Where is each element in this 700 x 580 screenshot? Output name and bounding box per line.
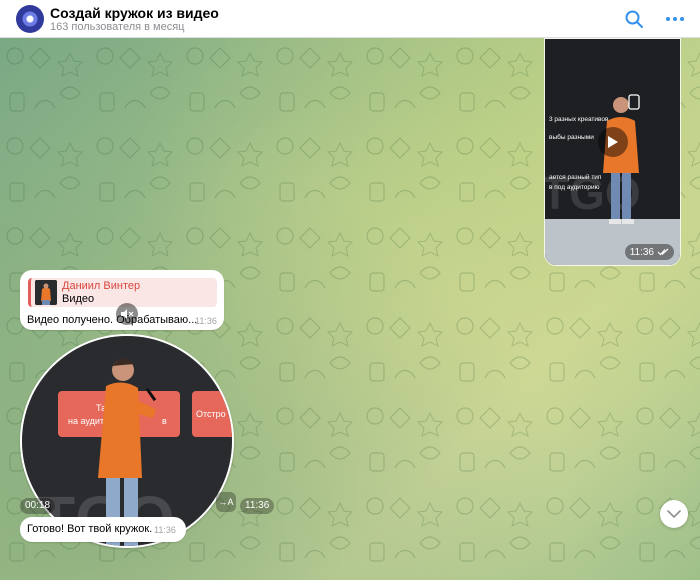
slide-text-2: на аудит [68,416,104,426]
chat-subtitle: 163 пользователя в месяц [50,21,185,33]
search-button[interactable] [622,7,646,31]
slide-line-2: выбы разными [549,133,594,141]
slide-line-4: в под аудиторию [549,184,600,191]
mute-button[interactable] [116,303,138,325]
video-message-meta: 11:36 [624,244,674,260]
reply-thumbnail [35,280,57,305]
double-check-icon [657,248,669,256]
outgoing-video-message[interactable]: TGO 3 разных креативов выбы разными аетс… [544,38,681,266]
slide-text-4: в [162,416,167,426]
video-message-time: 11:36 [629,246,654,258]
chat-avatar[interactable] [16,5,44,33]
message-text: Видео получено. Обрабатываю... [27,314,198,326]
scroll-to-bottom-button[interactable] [660,500,688,528]
round-video-duration: 00:18 [20,498,56,514]
slide-line-1: 3 разных креативов [549,116,609,123]
play-button[interactable] [598,127,628,157]
incoming-done-message[interactable]: Готово! Вот твой кружок. 11:36 [20,517,186,542]
speaker-muted-icon [121,309,134,319]
slide-text-3: Отстро [196,409,226,419]
chat-area[interactable]: TGO 3 разных креативов выбы разными аетс… [0,38,700,580]
more-button[interactable] [663,7,687,31]
transcribe-button[interactable]: →A [216,492,236,512]
message-time: 11:36 [154,525,176,535]
more-dots-icon [666,17,684,21]
message-time: 11:36 [195,316,217,326]
reply-author: Даниил Винтер [62,280,141,292]
round-video-time: 11:36 [240,498,275,514]
round-video-message[interactable]: Тар на аудит в Отстро TGO [20,334,234,548]
play-icon [608,136,618,148]
chevron-down-icon [667,510,681,518]
slide-line-3: ается разный тип [549,173,602,181]
round-video-preview: Тар на аудит в Отстро TGO [22,336,232,546]
reply-quoted-text: Видео [62,293,95,305]
chat-title[interactable]: Создай кружок из видео [50,5,219,21]
message-text: Готово! Вот твой кружок. [27,523,153,535]
chat-header: Создай кружок из видео 163 пользователя … [0,0,700,38]
search-icon [625,10,643,28]
